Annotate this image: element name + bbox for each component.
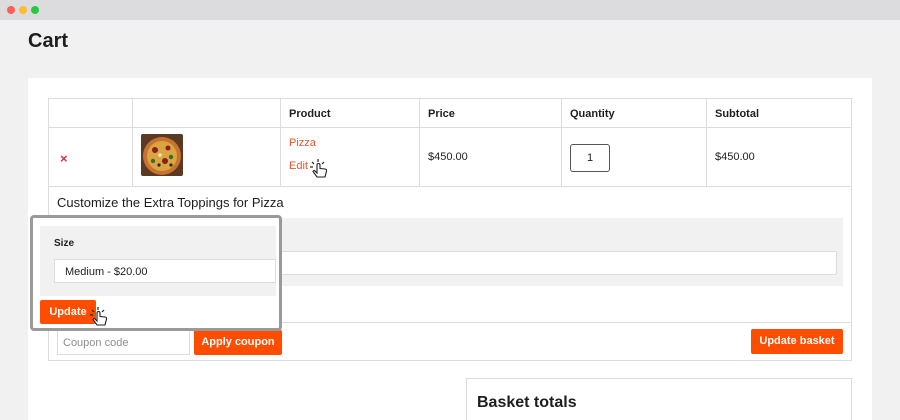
quantity-input[interactable]: 1 bbox=[570, 144, 610, 172]
hand-pointer-click-icon bbox=[310, 159, 328, 178]
subtotal-value: $450.00 bbox=[715, 151, 755, 163]
quantity-cell: 1 bbox=[561, 128, 706, 186]
page-title: Cart bbox=[28, 30, 69, 52]
popup-options-area: Size Medium - $20.00 bbox=[40, 226, 276, 296]
price-value: $450.00 bbox=[428, 151, 468, 163]
basket-totals-box: Basket totals bbox=[466, 378, 852, 420]
thumbnail-cell bbox=[132, 128, 280, 186]
hand-pointer-click-icon bbox=[90, 307, 108, 326]
coupon-code-input[interactable]: Coupon code bbox=[57, 330, 190, 355]
subtotal-cell: $450.00 bbox=[706, 128, 853, 186]
header-subtotal: Subtotal bbox=[706, 99, 853, 127]
window-close-dot[interactable] bbox=[7, 6, 15, 14]
table-row: × Pizza Edit $450.00 1 $450.00 bbox=[49, 128, 851, 187]
size-label: Size bbox=[54, 238, 75, 249]
header-price: Price bbox=[419, 99, 561, 127]
remove-cell: × bbox=[49, 128, 132, 186]
header-product: Product bbox=[280, 99, 419, 127]
size-select[interactable]: Medium - $20.00 bbox=[54, 259, 276, 283]
product-name-link[interactable]: Pizza bbox=[289, 137, 316, 149]
pizza-thumbnail[interactable] bbox=[141, 134, 183, 176]
window-maximize-dot[interactable] bbox=[31, 6, 39, 14]
apply-coupon-button[interactable]: Apply coupon bbox=[194, 330, 282, 355]
header-remove bbox=[49, 99, 132, 127]
size-popup: Size Medium - $20.00 Update bbox=[30, 215, 282, 331]
window-titlebar bbox=[0, 0, 900, 20]
edit-link[interactable]: Edit bbox=[289, 160, 308, 172]
customize-title: Customize the Extra Toppings for Pizza bbox=[57, 195, 284, 210]
product-cell: Pizza Edit bbox=[280, 128, 419, 186]
window-minimize-dot[interactable] bbox=[19, 6, 27, 14]
customize-field[interactable] bbox=[257, 251, 837, 275]
price-cell: $450.00 bbox=[419, 128, 561, 186]
update-basket-button[interactable]: Update basket bbox=[751, 329, 843, 354]
basket-totals-title: Basket totals bbox=[477, 394, 577, 411]
table-header-row: Product Price Quantity Subtotal bbox=[49, 99, 851, 128]
remove-item-button[interactable]: × bbox=[60, 151, 68, 166]
header-quantity: Quantity bbox=[561, 99, 706, 127]
popup-update-button[interactable]: Update bbox=[40, 300, 96, 324]
header-thumbnail bbox=[132, 99, 280, 127]
